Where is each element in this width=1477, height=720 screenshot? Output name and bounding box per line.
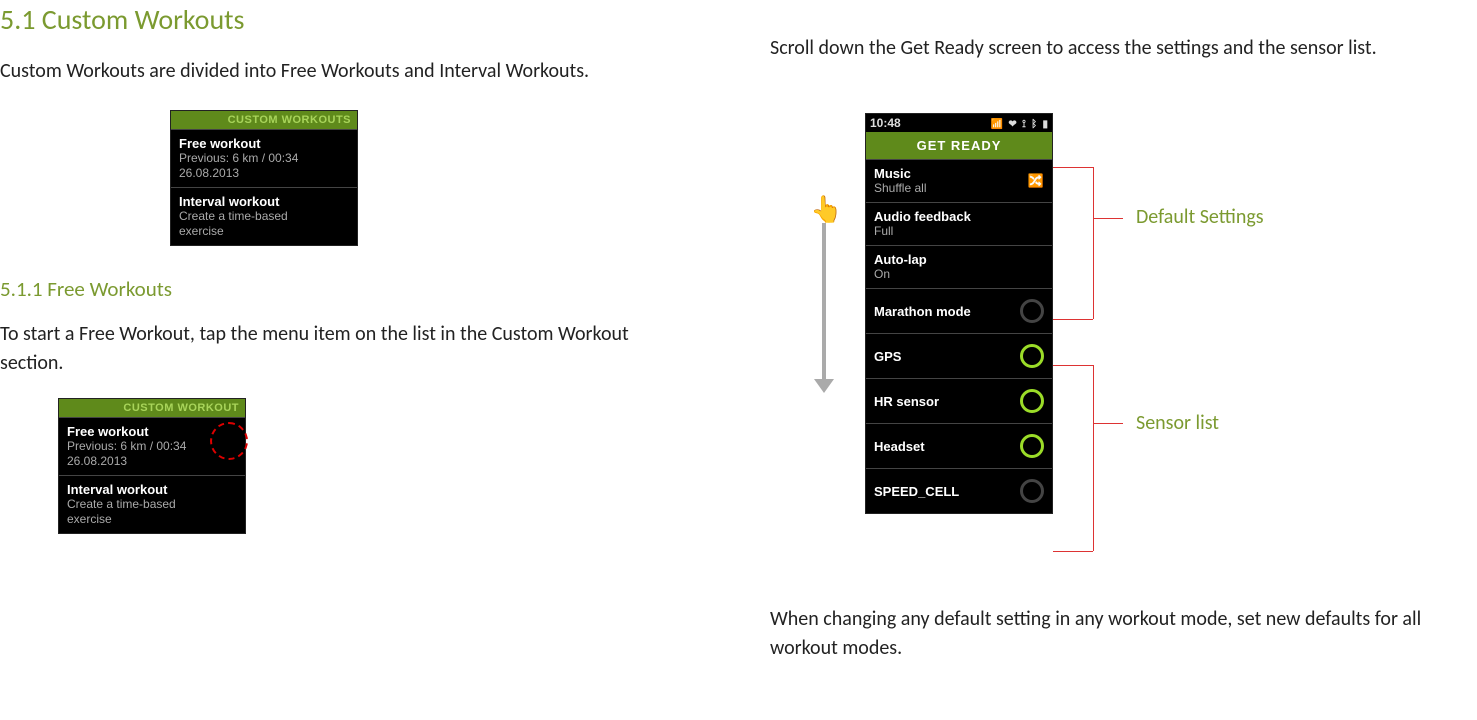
- marathon-mode-item[interactable]: Marathon mode: [866, 288, 1052, 333]
- marathon-toggle-off[interactable]: [1020, 299, 1044, 323]
- scroll-gesture-arrow: 👆: [798, 193, 848, 393]
- interval-workout-sub1: Create a time-based: [179, 209, 349, 224]
- interval-workout-title-2: Interval workout: [67, 482, 237, 497]
- hr-toggle-on[interactable]: [1020, 389, 1044, 413]
- default-settings-label: Default Settings: [1136, 205, 1264, 229]
- finger-icon: 👆: [810, 193, 842, 225]
- free-workout-sub1: Previous: 6 km / 00:34: [179, 151, 349, 166]
- interval-workout-sub2: exercise: [179, 224, 349, 239]
- get-ready-diagram: 👆 10:48 📶 ❤ ⟟ ᛒ ▮ GET READY: [770, 103, 1477, 593]
- auto-lap-title: Auto-lap: [874, 252, 1044, 267]
- status-time: 10:48: [870, 116, 901, 130]
- phone-title-bar: CUSTOM WORKOUTS: [171, 111, 357, 129]
- defaults-note-paragraph: When changing any default setting in any…: [770, 605, 1470, 663]
- free-workout-sub2-2: 26.08.2013: [67, 454, 237, 469]
- custom-workouts-figure: CUSTOM WORKOUTS Free workout Previous: 6…: [170, 110, 770, 246]
- free-workout-item[interactable]: Free workout Previous: 6 km / 00:34 26.0…: [171, 129, 357, 187]
- interval-workout-title: Interval workout: [179, 194, 349, 209]
- free-workout-paragraph: To start a Free Workout, tap the menu it…: [0, 320, 640, 378]
- signal-icon: 📶: [991, 119, 1003, 130]
- auto-lap-sub: On: [874, 267, 1044, 282]
- interval-workout-item[interactable]: Interval workout Create a time-based exe…: [171, 187, 357, 245]
- get-ready-phone: 10:48 📶 ❤ ⟟ ᛒ ▮ GET READY Music Shuffl: [865, 113, 1053, 514]
- bluetooth-icon: ᛒ: [1031, 119, 1037, 130]
- auto-lap-item[interactable]: Auto-lap On: [866, 245, 1052, 288]
- tap-highlight-circle: [210, 422, 248, 460]
- subsection-heading: 5.1.1 Free Workouts: [0, 276, 770, 302]
- audio-feedback-sub: Full: [874, 224, 1044, 239]
- headset-title: Headset: [874, 439, 925, 454]
- interval-workout-sub2-2: exercise: [67, 512, 237, 527]
- hr-title: HR sensor: [874, 394, 939, 409]
- music-sub: Shuffle all: [874, 181, 926, 196]
- sensor-list-label: Sensor list: [1136, 411, 1219, 435]
- free-workout-title: Free workout: [179, 136, 349, 151]
- marathon-mode-title: Marathon mode: [874, 304, 971, 319]
- speedcell-toggle-off[interactable]: [1020, 479, 1044, 503]
- status-bar: 10:48 📶 ❤ ⟟ ᛒ ▮: [866, 114, 1052, 132]
- music-item[interactable]: Music Shuffle all 🔀: [866, 159, 1052, 202]
- music-title: Music: [874, 166, 926, 181]
- section-heading: 5.1 Custom Workouts: [0, 2, 770, 37]
- shuffle-icon: 🔀: [1028, 173, 1044, 189]
- audio-feedback-title: Audio feedback: [874, 209, 1044, 224]
- scroll-paragraph: Scroll down the Get Ready screen to acce…: [770, 34, 1477, 63]
- custom-workout-tap-figure: CUSTOM WORKOUT Free workout Previous: 6 …: [58, 398, 770, 534]
- speedcell-title: SPEED_CELL: [874, 484, 959, 499]
- phone-title-bar-2: CUSTOM WORKOUT: [59, 399, 245, 417]
- headset-item[interactable]: Headset: [866, 423, 1052, 468]
- gps-toggle-on[interactable]: [1020, 344, 1044, 368]
- interval-workout-sub1-2: Create a time-based: [67, 497, 237, 512]
- get-ready-title: GET READY: [866, 132, 1052, 159]
- battery-icon: ▮: [1042, 119, 1048, 130]
- audio-feedback-item[interactable]: Audio feedback Full: [866, 202, 1052, 245]
- heart-icon: ❤: [1008, 119, 1016, 130]
- intro-paragraph: Custom Workouts are divided into Free Wo…: [0, 57, 770, 86]
- gps-icon-status: ⟟: [1022, 119, 1026, 130]
- gps-item[interactable]: GPS: [866, 333, 1052, 378]
- speedcell-item[interactable]: SPEED_CELL: [866, 468, 1052, 513]
- gps-title: GPS: [874, 349, 901, 364]
- status-icons: 📶 ❤ ⟟ ᛒ ▮: [989, 116, 1048, 130]
- interval-workout-item-2[interactable]: Interval workout Create a time-based exe…: [59, 475, 245, 533]
- headset-toggle-on[interactable]: [1020, 434, 1044, 458]
- free-workout-sub2: 26.08.2013: [179, 166, 349, 181]
- hr-sensor-item[interactable]: HR sensor: [866, 378, 1052, 423]
